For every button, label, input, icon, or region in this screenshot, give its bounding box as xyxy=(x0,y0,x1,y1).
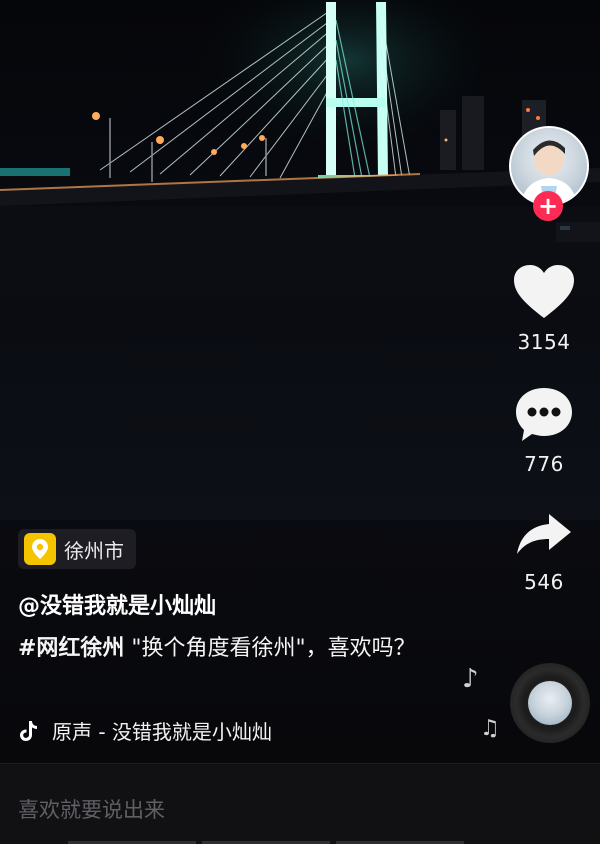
like-action[interactable]: 3154 xyxy=(504,264,584,354)
floating-note-icon: ♫ xyxy=(480,716,500,741)
disc-avatar-icon xyxy=(528,681,572,725)
location-tag[interactable]: 徐州市 xyxy=(18,529,136,569)
comment-action[interactable]: 776 xyxy=(504,386,584,476)
video-caption: #网红徐州 "换个角度看徐州"，喜欢吗？ xyxy=(18,632,438,666)
share-arrow-icon xyxy=(517,514,571,554)
comment-input-bar[interactable]: 喜欢就要说出来 xyxy=(0,763,600,844)
video-feed-screen: + 3154 776 546 ♪ ♫ 徐州市 @没错我就是小灿灿 #网红徐州 "… xyxy=(0,0,600,844)
music-disc[interactable] xyxy=(510,663,590,743)
tiktok-note-icon xyxy=(18,720,38,742)
hashtag-link[interactable]: #网红徐州 xyxy=(18,636,124,661)
music-title: 原声 - 没错我就是小灿灿 xyxy=(52,720,272,744)
caption-text: "换个角度看徐州"，喜欢吗？ xyxy=(124,636,416,661)
follow-button[interactable]: + xyxy=(533,191,563,221)
share-count: 546 xyxy=(524,570,564,594)
author-username[interactable]: @没错我就是小灿灿 xyxy=(18,588,216,620)
heart-icon xyxy=(514,265,574,318)
floating-note-icon: ♪ xyxy=(462,664,479,694)
comment-placeholder: 喜欢就要说出来 xyxy=(18,798,165,822)
comment-count: 776 xyxy=(524,452,564,476)
comment-bubble-icon xyxy=(516,388,572,441)
location-pin-icon xyxy=(24,533,56,565)
location-label: 徐州市 xyxy=(64,538,124,563)
music-info[interactable]: 原声 - 没错我就是小灿灿 xyxy=(18,716,272,745)
like-count: 3154 xyxy=(517,330,571,354)
plus-icon: + xyxy=(537,192,559,220)
share-action[interactable]: 546 xyxy=(504,512,584,594)
